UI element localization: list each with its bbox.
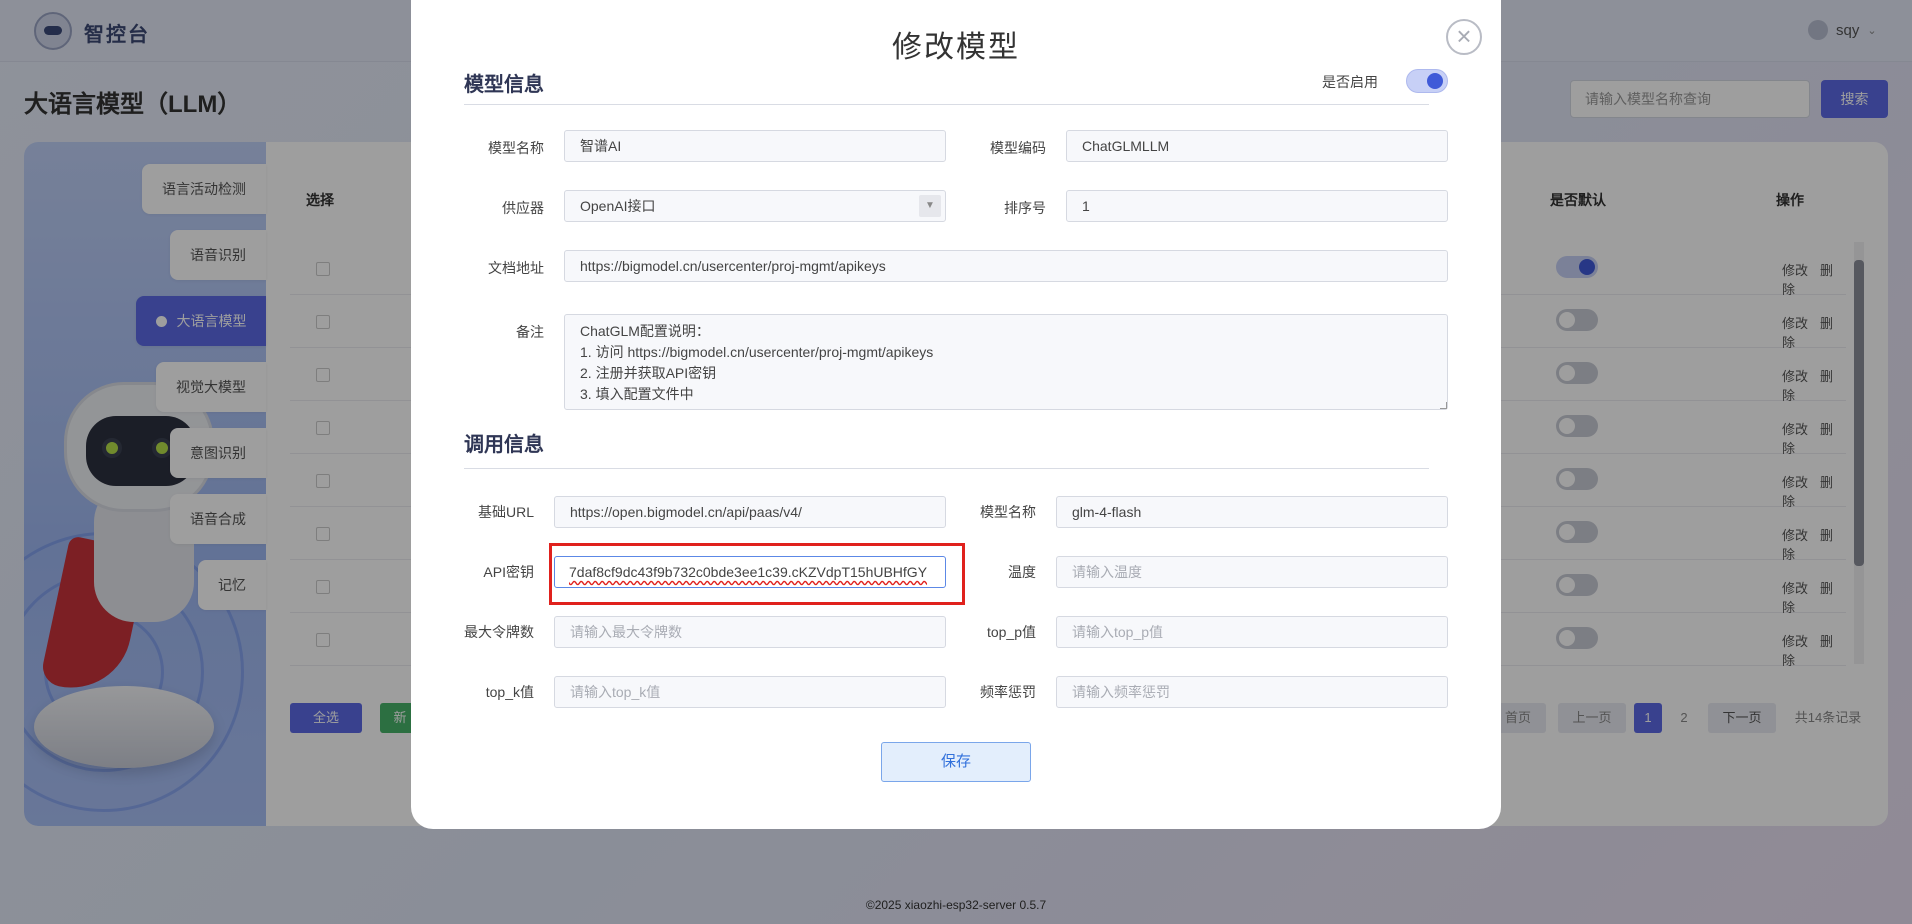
enable-label: 是否启用 bbox=[1322, 74, 1378, 90]
enable-toggle[interactable] bbox=[1406, 69, 1448, 93]
sort-field[interactable]: 1 bbox=[1066, 190, 1448, 222]
base-url-label: 基础URL bbox=[477, 504, 534, 520]
model-name-field[interactable]: 智谱AI bbox=[564, 130, 946, 162]
max-tokens-label: 最大令牌数 bbox=[464, 624, 534, 640]
remark-line: 3. 填入配置文件中 bbox=[580, 386, 694, 402]
api-key-label: API密钥 bbox=[483, 564, 534, 580]
section-divider bbox=[464, 104, 1429, 105]
frequency-penalty-label: 频率惩罚 bbox=[980, 684, 1036, 700]
base-url-field[interactable]: https://open.bigmodel.cn/api/paas/v4/ bbox=[554, 496, 946, 528]
sort-label: 排序号 bbox=[1004, 200, 1046, 216]
section-title-call-info: 调用信息 bbox=[464, 434, 544, 456]
provider-select[interactable]: OpenAI接口 bbox=[564, 190, 946, 222]
dialog-title: 修改模型 bbox=[892, 31, 1020, 64]
model-code-label: 模型编码 bbox=[990, 140, 1046, 156]
remark-label: 备注 bbox=[516, 324, 544, 340]
remark-line: 1. 访问 https://bigmodel.cn/usercenter/pro… bbox=[580, 344, 934, 360]
resize-handle-icon[interactable] bbox=[1440, 402, 1447, 409]
highlight-box bbox=[549, 543, 965, 605]
model-name-label: 模型名称 bbox=[488, 140, 544, 156]
remark-line: ChatGLM配置说明： bbox=[580, 323, 710, 339]
provider-label: 供应器 bbox=[502, 200, 544, 216]
save-button[interactable]: 保存 bbox=[881, 742, 1031, 782]
top-k-field[interactable]: 请输入top_k值 bbox=[554, 676, 946, 708]
call-model-name-label: 模型名称 bbox=[980, 504, 1036, 520]
doc-url-label: 文档地址 bbox=[488, 260, 544, 276]
call-model-name-field[interactable]: glm-4-flash bbox=[1056, 496, 1448, 528]
section-title-model-info: 模型信息 bbox=[464, 74, 544, 96]
frequency-penalty-field[interactable]: 请输入频率惩罚 bbox=[1056, 676, 1448, 708]
close-icon[interactable]: × bbox=[1446, 19, 1482, 55]
remark-textarea[interactable]: ChatGLM配置说明： 1. 访问 https://bigmodel.cn/u… bbox=[564, 314, 1448, 410]
model-code-field[interactable]: ChatGLMLLM bbox=[1066, 130, 1448, 162]
max-tokens-field[interactable]: 请输入最大令牌数 bbox=[554, 616, 946, 648]
section-divider bbox=[464, 468, 1429, 469]
temperature-label: 温度 bbox=[1008, 564, 1036, 580]
remark-line: 2. 注册并获取API密钥 bbox=[580, 365, 717, 381]
top-k-label: top_k值 bbox=[485, 684, 534, 700]
doc-url-field[interactable]: https://bigmodel.cn/usercenter/proj-mgmt… bbox=[564, 250, 1448, 282]
top-p-field[interactable]: 请输入top_p值 bbox=[1056, 616, 1448, 648]
temperature-field[interactable]: 请输入温度 bbox=[1056, 556, 1448, 588]
dropdown-arrow-icon[interactable]: ▼ bbox=[919, 195, 941, 217]
top-p-label: top_p值 bbox=[986, 624, 1036, 640]
